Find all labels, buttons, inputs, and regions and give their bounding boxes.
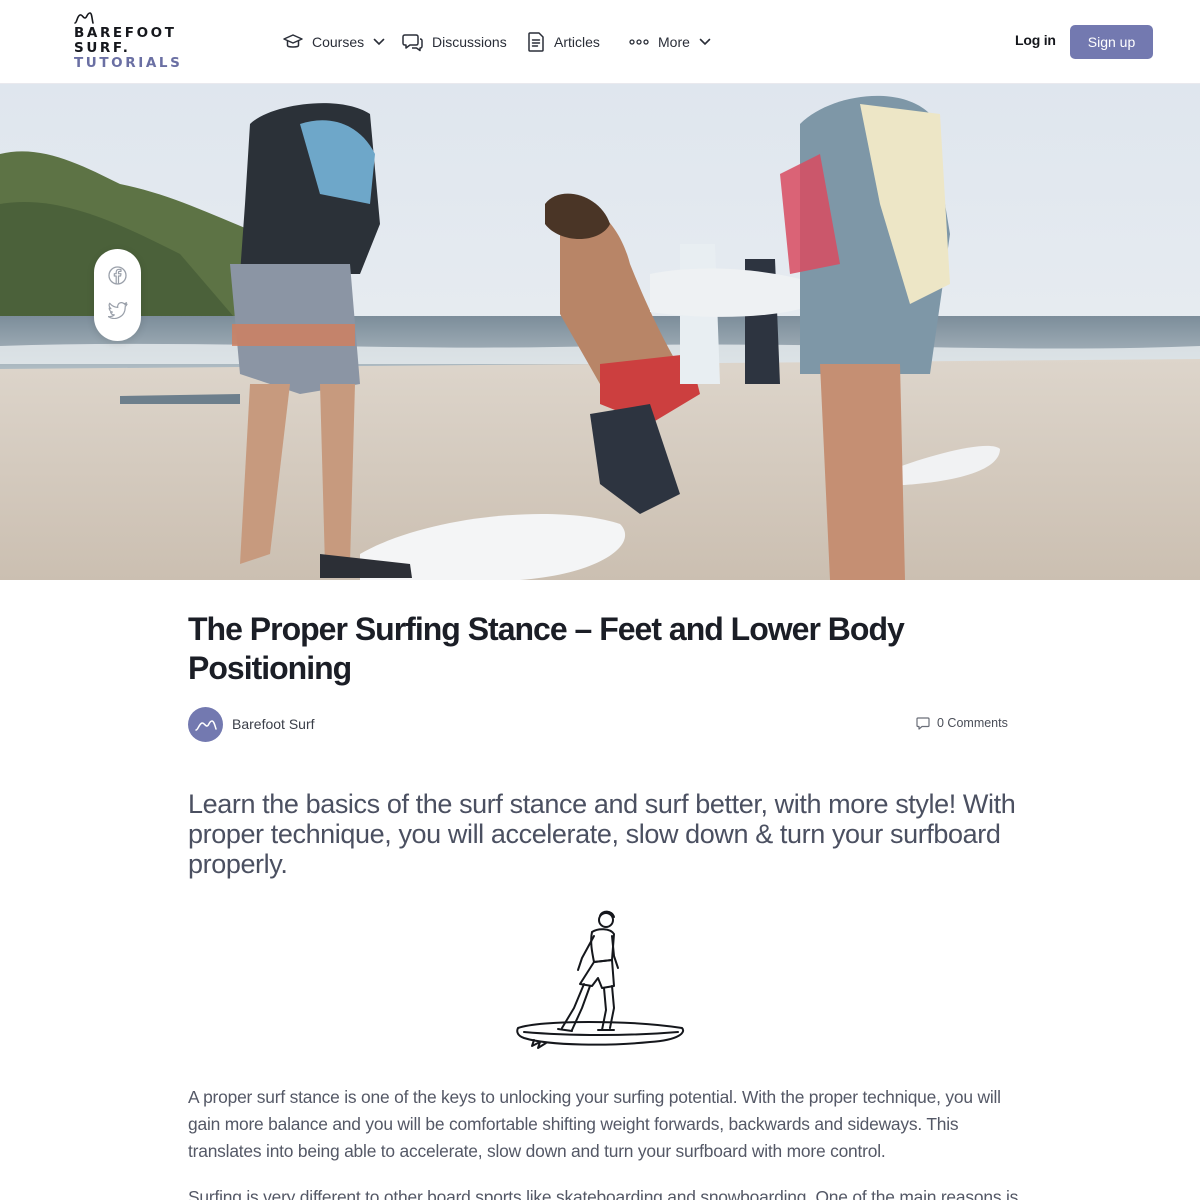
facebook-icon [108,266,127,285]
author-avatar[interactable] [188,707,223,742]
document-icon [528,32,544,52]
nav-discussions-label: Discussions [432,34,507,50]
author-name[interactable]: Barefoot Surf [232,716,315,732]
hero-image [0,84,1200,580]
nav-more[interactable]: More [629,28,711,56]
chevron-down-icon [373,38,385,46]
beach-surf-lesson-photo [0,84,1200,580]
article-lead: Learn the basics of the surf stance and … [188,789,1016,879]
more-dots-icon [629,39,649,45]
twitter-icon [107,302,128,319]
site-header: BAREFOOT SURF. TUTORIALS Courses Discuss… [0,0,1200,84]
share-twitter-button[interactable] [107,300,128,321]
signup-button[interactable]: Sign up [1070,25,1153,59]
brand-logo[interactable]: BAREFOOT SURF. TUTORIALS [74,12,184,72]
chat-bubbles-icon [402,33,423,51]
share-bar [94,249,141,341]
brand-line-2: SURF. [74,40,131,56]
article-paragraph-1: A proper surf stance is one of the keys … [188,1087,1001,1161]
nav-discussions[interactable]: Discussions [402,28,507,56]
nav-more-label: More [658,34,690,50]
comments-count: 0 Comments [937,716,1008,730]
nav-courses-label: Courses [312,34,365,50]
share-facebook-button[interactable] [107,265,128,286]
surfer-illustration [516,910,685,1049]
chevron-down-icon [699,38,711,46]
graduation-cap-icon [283,34,303,48]
brand-line-3: TUTORIALS [74,55,183,71]
wave-logo-icon [74,12,94,24]
nav-articles-label: Articles [554,34,600,50]
nav-courses[interactable]: Courses [283,28,385,56]
comment-icon [916,716,930,730]
brand-line-1: BAREFOOT [74,25,177,41]
article-title: The Proper Surfing Stance – Feet and Low… [188,611,905,686]
article-paragraph-2: Surfing is very different to other board… [188,1187,1018,1200]
comments-link[interactable]: 0 Comments [916,716,1008,730]
nav-articles[interactable]: Articles [527,28,600,56]
login-link[interactable]: Log in [1015,32,1056,48]
wave-logo-icon [194,719,217,731]
